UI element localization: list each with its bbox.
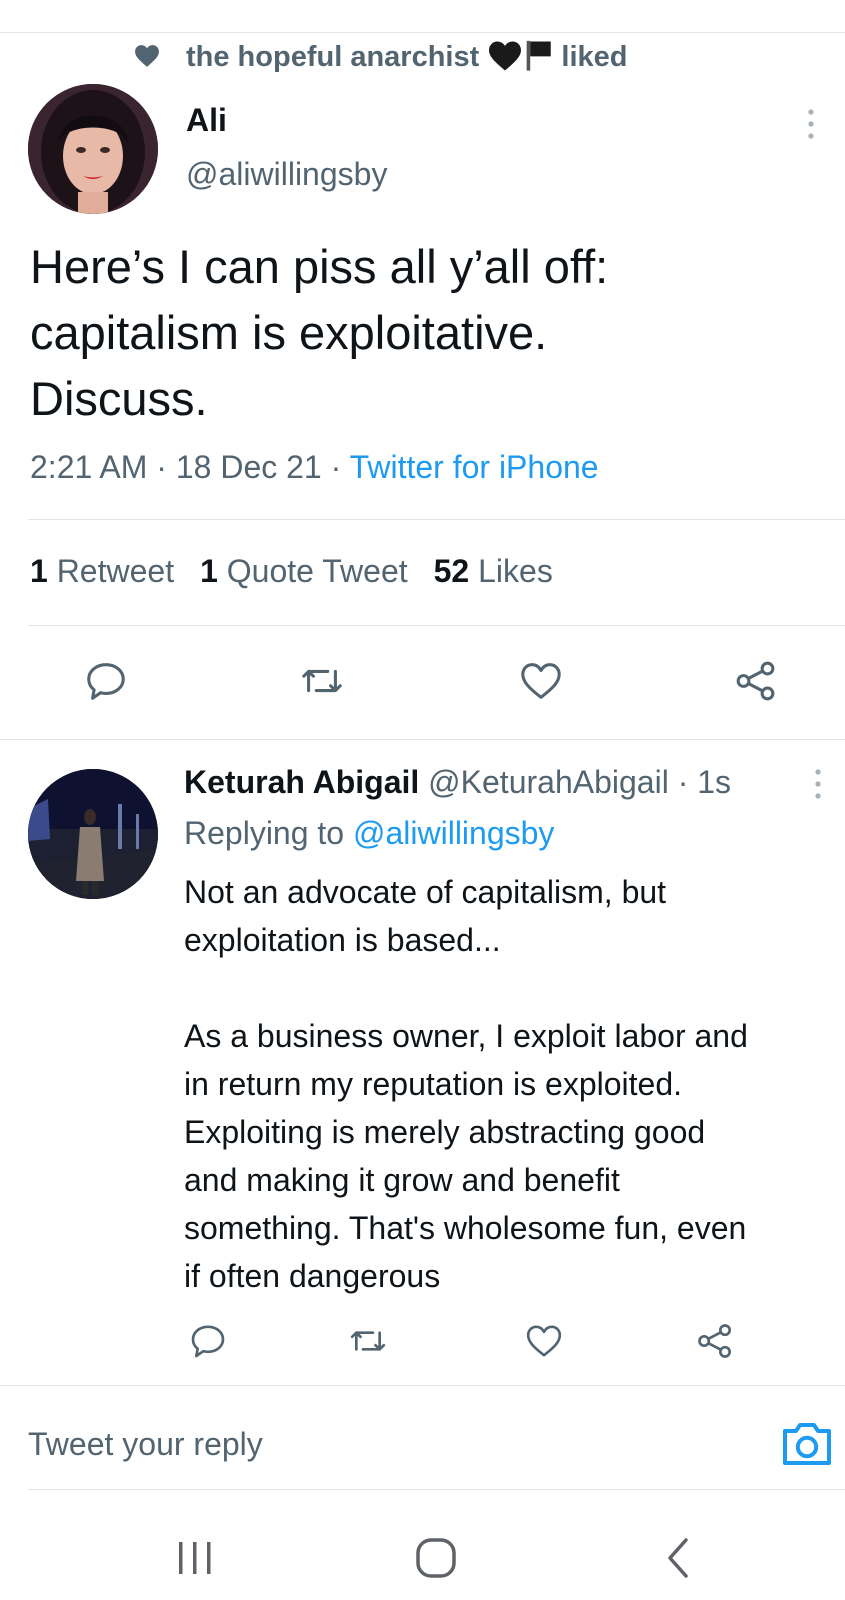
author-handle[interactable]: @aliwillingsby bbox=[186, 156, 387, 193]
avatar-image bbox=[28, 84, 158, 214]
author-avatar[interactable] bbox=[28, 84, 158, 214]
reply-text-line: As a business owner, I exploit labor and bbox=[184, 1018, 748, 1054]
divider bbox=[28, 625, 845, 626]
tweet-stats: 1 Retweet 1 Quote Tweet 52 Likes bbox=[30, 553, 553, 590]
black-flag-emoji bbox=[526, 40, 552, 71]
heart-icon bbox=[135, 45, 159, 67]
tweet-meta: 2:21 AM · 18 Dec 21 · Twitter for iPhone bbox=[30, 449, 599, 486]
social-context-text: the hopeful anarchist liked bbox=[186, 38, 627, 75]
home-icon[interactable] bbox=[414, 1536, 458, 1580]
replying-prefix: Replying to bbox=[184, 815, 345, 851]
retweets-stat[interactable]: 1 Retweet bbox=[30, 553, 174, 589]
retweets-count: 1 bbox=[30, 553, 48, 589]
recents-icon[interactable] bbox=[176, 1538, 214, 1578]
retweets-label: Retweet bbox=[56, 553, 175, 589]
divider bbox=[28, 1489, 845, 1490]
likes-count: 52 bbox=[433, 553, 470, 589]
reply-text-line: Not an advocate of capitalism, but bbox=[184, 874, 667, 910]
reply-text-line: exploitation is based... bbox=[184, 922, 501, 958]
share-button[interactable] bbox=[728, 656, 784, 706]
divider bbox=[0, 1385, 845, 1386]
tweet-time[interactable]: 2:21 AM bbox=[30, 449, 147, 485]
meta-separator: · bbox=[321, 449, 350, 485]
more-vertical-icon[interactable] bbox=[805, 108, 817, 140]
back-icon[interactable] bbox=[664, 1536, 694, 1580]
liker-name: the hopeful anarchist bbox=[186, 41, 480, 73]
share-button[interactable] bbox=[691, 1318, 739, 1364]
reply-text: Not an advocate of capitalism, but explo… bbox=[184, 868, 824, 1300]
social-action: liked bbox=[561, 41, 628, 73]
reply-age[interactable]: 1s bbox=[697, 764, 731, 800]
quotes-count: 1 bbox=[200, 553, 218, 589]
tweet-text-line: Here’s I can piss all y’all off: bbox=[30, 240, 609, 293]
like-button[interactable] bbox=[520, 1318, 568, 1364]
like-button[interactable] bbox=[513, 656, 569, 706]
camera-icon[interactable] bbox=[781, 1419, 833, 1467]
system-navigation-bar bbox=[0, 1520, 845, 1600]
retweet-button[interactable] bbox=[294, 656, 350, 706]
replying-to-mention[interactable]: @aliwillingsby bbox=[353, 815, 554, 851]
retweet-icon bbox=[350, 1331, 386, 1351]
share-icon bbox=[736, 661, 775, 701]
reply-text-line: and making it grow and benefit bbox=[184, 1162, 620, 1198]
reply-author-handle[interactable]: @KeturahAbigail bbox=[428, 764, 669, 800]
heart-icon bbox=[521, 663, 561, 699]
tweet-text: Here’s I can piss all y’all off: capital… bbox=[30, 234, 820, 432]
reply-text-line: if often dangerous bbox=[184, 1258, 441, 1294]
black-heart-emoji bbox=[489, 41, 522, 71]
author-name[interactable]: Ali bbox=[186, 102, 227, 139]
retweet-icon bbox=[302, 669, 342, 693]
divider bbox=[0, 739, 845, 740]
tweet-actions bbox=[0, 656, 845, 706]
reply-author-name[interactable]: Keturah Abigail bbox=[184, 764, 419, 800]
tweet-text-line: capitalism is exploitative. bbox=[30, 306, 548, 359]
meta-separator: · bbox=[668, 764, 698, 800]
reply-text-line: Exploiting is merely abstracting good bbox=[184, 1114, 706, 1150]
heart-icon bbox=[526, 1325, 562, 1357]
quotes-label: Quote Tweet bbox=[226, 553, 408, 589]
tweet-date[interactable]: 18 Dec 21 bbox=[176, 449, 322, 485]
reply-text-line: something. That's wholesome fun, even bbox=[184, 1210, 747, 1246]
likes-stat[interactable]: 52 Likes bbox=[434, 553, 553, 589]
meta-separator: · bbox=[147, 449, 176, 485]
divider bbox=[28, 519, 845, 520]
likes-label: Likes bbox=[478, 553, 553, 589]
reply-header: Keturah Abigail @KeturahAbigail · 1s bbox=[184, 764, 731, 801]
share-icon bbox=[698, 1324, 731, 1358]
avatar-image bbox=[28, 769, 158, 899]
reply-composer-input[interactable]: Tweet your reply bbox=[28, 1426, 263, 1463]
reply-icon bbox=[191, 1325, 225, 1358]
reply-button[interactable] bbox=[184, 1318, 232, 1364]
reply-icon bbox=[87, 663, 125, 700]
replying-to: Replying to @aliwillingsby bbox=[184, 815, 554, 852]
reply-text-line: in return my reputation is exploited. bbox=[184, 1066, 683, 1102]
tweet-source[interactable]: Twitter for iPhone bbox=[350, 449, 599, 485]
more-vertical-icon[interactable] bbox=[812, 768, 824, 800]
tweet-text-line: Discuss. bbox=[30, 372, 208, 425]
reply-actions bbox=[0, 1318, 845, 1364]
social-context[interactable]: the hopeful anarchist liked bbox=[0, 36, 845, 76]
quotes-stat[interactable]: 1 Quote Tweet bbox=[200, 553, 408, 589]
top-divider bbox=[0, 32, 845, 33]
reply-text-line bbox=[184, 964, 824, 1012]
retweet-button[interactable] bbox=[344, 1318, 392, 1364]
reply-author-avatar[interactable] bbox=[28, 769, 158, 899]
reply-button[interactable] bbox=[78, 656, 134, 706]
